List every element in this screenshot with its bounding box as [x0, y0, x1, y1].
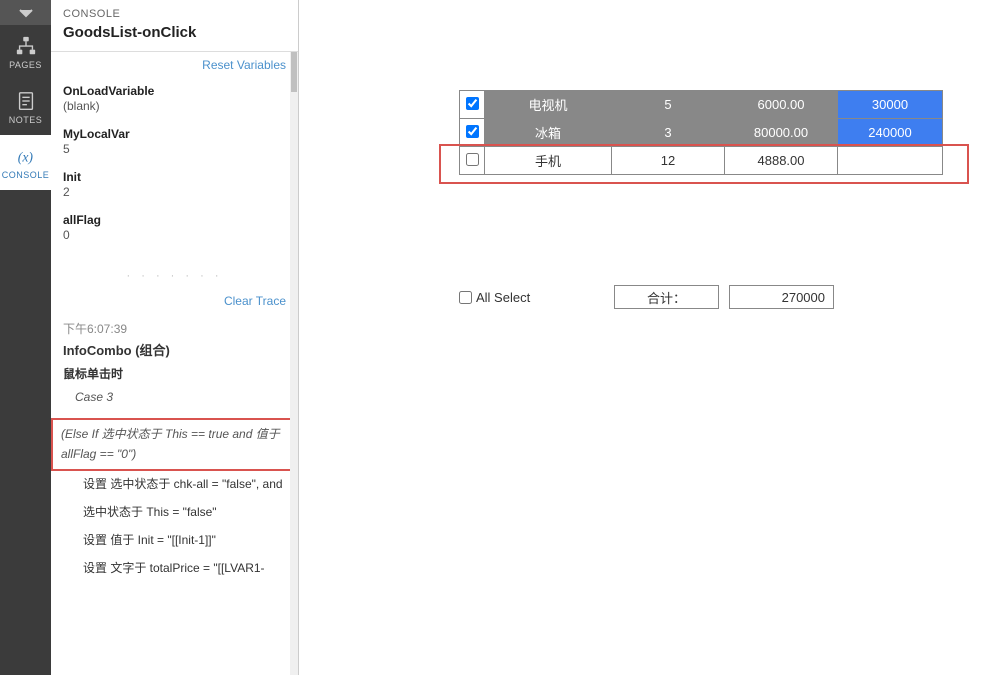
console-header: CONSOLE GoodsList-onClick: [51, 0, 298, 52]
summary-row: All Select 合计： 270000: [459, 285, 971, 309]
var-value: 5: [63, 142, 286, 156]
trace-action: 设置 文字于 totalPrice = "[[LVAR1-: [63, 559, 286, 577]
trace-action: 选中状态于 This = "false": [63, 503, 286, 521]
trace-case: Case 3: [63, 390, 286, 404]
cell-qty: 3: [612, 119, 725, 147]
table-row[interactable]: 手机 12 4888.00: [460, 147, 943, 175]
var-name: allFlag: [63, 213, 286, 227]
scrollbar-thumb[interactable]: [291, 52, 297, 92]
row-checkbox[interactable]: [466, 153, 479, 166]
all-select-checkbox[interactable]: [459, 291, 472, 304]
trace-condition-highlight: (Else If 选中状态于 This == true and 值于 allFl…: [51, 418, 298, 471]
console-body: Reset Variables OnLoadVariable (blank) M…: [51, 52, 298, 675]
divider-dots: · · · · · · ·: [51, 264, 298, 288]
rail-notes-label: NOTES: [9, 115, 43, 125]
sum-label: 合计：: [614, 285, 719, 309]
var-name: MyLocalVar: [63, 127, 286, 141]
console-label: CONSOLE: [63, 8, 286, 20]
cell-total: 30000: [838, 91, 943, 119]
var-mylocal: MyLocalVar 5: [63, 127, 286, 156]
svg-text:(x): (x): [17, 150, 33, 166]
var-value: (blank): [63, 99, 286, 113]
trace-action: 设置 选中状态于 chk-all = "false", and: [63, 475, 286, 493]
rail-pages-label: PAGES: [9, 60, 42, 70]
sum-value: 270000: [729, 285, 834, 309]
trace-time: 下午6:07:39: [63, 320, 286, 337]
cell-total: 240000: [838, 119, 943, 147]
cell-name: 电视机: [485, 91, 612, 119]
row-checkbox[interactable]: [466, 125, 479, 138]
var-allflag: allFlag 0: [63, 213, 286, 242]
trace-subtitle: 鼠标单击时: [63, 365, 286, 382]
sitemap-icon: [15, 35, 37, 57]
icon-rail: PAGES NOTES (x) CONSOLE: [0, 0, 51, 675]
trace-title: InfoCombo (组合): [63, 340, 286, 359]
scrollbar[interactable]: [290, 52, 298, 675]
var-name: Init: [63, 170, 286, 184]
cell-name: 手机: [485, 147, 612, 175]
variable-icon: (x): [15, 145, 37, 167]
var-onload: OnLoadVariable (blank): [63, 84, 286, 113]
cell-price: 4888.00: [725, 147, 838, 175]
console-panel: CONSOLE GoodsList-onClick Reset Variable…: [51, 0, 299, 675]
table-row[interactable]: 电视机 5 6000.00 30000: [460, 91, 943, 119]
chevron-down-icon: [19, 6, 33, 20]
reset-variables-link[interactable]: Reset Variables: [51, 52, 298, 76]
rail-console[interactable]: (x) CONSOLE: [0, 135, 51, 190]
var-name: OnLoadVariable: [63, 84, 286, 98]
cell-name: 冰箱: [485, 119, 612, 147]
rail-console-label: CONSOLE: [2, 170, 50, 180]
var-init: Init 2: [63, 170, 286, 199]
cell-price: 6000.00: [725, 91, 838, 119]
row-checkbox[interactable]: [466, 97, 479, 110]
console-title: GoodsList-onClick: [63, 24, 286, 41]
rail-notes[interactable]: NOTES: [0, 80, 51, 135]
preview-area: 电视机 5 6000.00 30000 冰箱 3 80000.00 240000…: [299, 0, 1001, 675]
cell-qty: 12: [612, 147, 725, 175]
notes-icon: [15, 90, 37, 112]
cell-price: 80000.00: [725, 119, 838, 147]
table-row[interactable]: 冰箱 3 80000.00 240000: [460, 119, 943, 147]
var-value: 2: [63, 185, 286, 199]
rail-collapse-button[interactable]: [0, 0, 51, 25]
all-select-label: All Select: [476, 290, 530, 305]
cell-qty: 5: [612, 91, 725, 119]
rail-pages[interactable]: PAGES: [0, 25, 51, 80]
clear-trace-link[interactable]: Clear Trace: [51, 288, 298, 312]
cell-total: [838, 147, 943, 175]
trace-action: 设置 值于 Init = "[[Init-1]]": [63, 531, 286, 549]
goods-table: 电视机 5 6000.00 30000 冰箱 3 80000.00 240000…: [459, 90, 943, 175]
var-value: 0: [63, 228, 286, 242]
